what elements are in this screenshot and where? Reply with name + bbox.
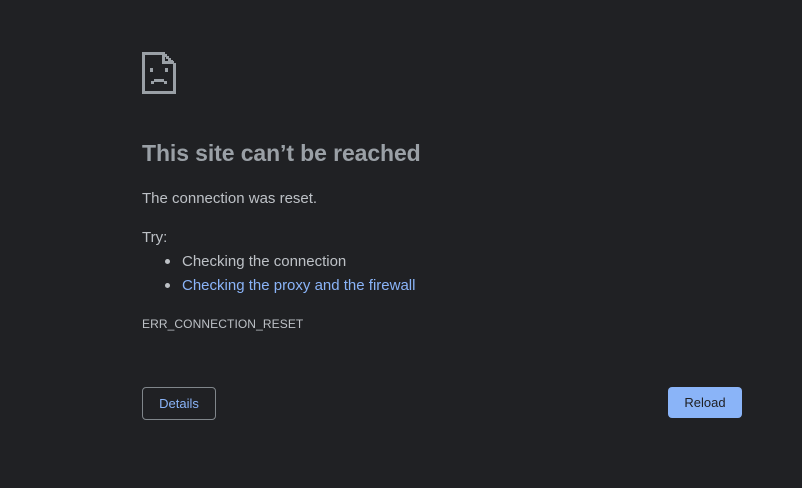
sad-page-icon (142, 52, 176, 94)
suggestion-check-proxy-firewall-link[interactable]: Checking the proxy and the firewall (142, 276, 415, 300)
suggestion-check-connection: Checking the connection (142, 252, 415, 276)
details-button[interactable]: Details (142, 387, 216, 420)
error-code: ERR_CONNECTION_RESET (142, 317, 304, 331)
suggestions-list: Checking the connection Checking the pro… (142, 252, 415, 300)
reload-button[interactable]: Reload (668, 387, 742, 418)
try-label: Try: (142, 229, 168, 246)
error-message: The connection was reset. (142, 190, 318, 207)
page-title: This site can’t be reached (142, 140, 421, 166)
